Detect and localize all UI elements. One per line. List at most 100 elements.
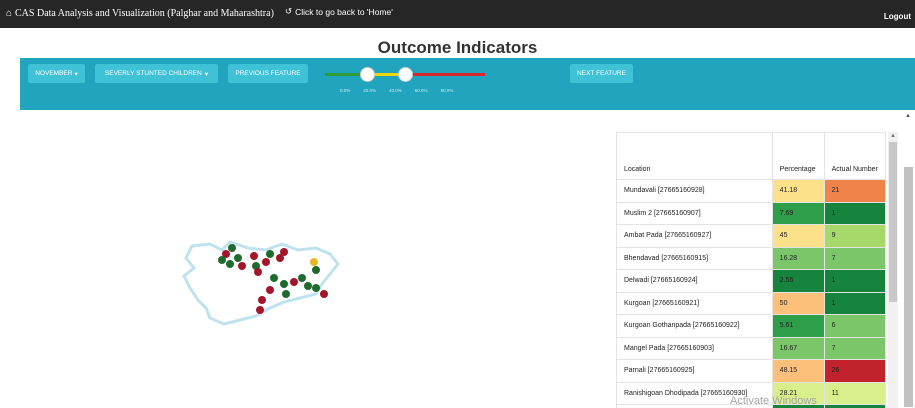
village-map[interactable] [170,228,370,338]
actual-number-cell: 26 [823,359,886,383]
windows-activation-watermark: Activate Windows [730,395,817,407]
app-title: CAS Data Analysis and Visualization (Pal… [15,8,274,19]
map-marker[interactable] [280,280,288,288]
percentage-cell: 48.15 [771,359,825,383]
percentage-column-header[interactable]: Percentage [771,132,825,180]
top-navbar: ⌂ CAS Data Analysis and Visualization (P… [0,0,915,28]
map-marker[interactable] [226,260,234,268]
range-slider[interactable]: 0.0% 20.0% 40.0% 60.0% 80.0% [325,64,495,104]
map-marker[interactable] [234,254,242,262]
map-marker[interactable] [298,274,306,282]
slider-high-segment [405,73,485,76]
caret-down-icon: ▾ [74,70,78,78]
slider-high-handle[interactable] [398,67,413,82]
map-marker[interactable] [290,278,298,286]
actual-number-cell: 11 [823,381,886,405]
month-dropdown[interactable]: NOVEMBER ▾ [28,64,85,83]
map-marker[interactable] [228,244,236,252]
outcome-table: Location Percentage Actual Number Mundav… [616,132,886,408]
indicator-dropdown-label: SEVERLY STUNTED CHILDREN [104,70,202,77]
actual-number-cell: 6 [823,314,886,338]
table-row[interactable]: Delwadi [27665160924] 2.56 1 [616,269,886,293]
slider-low-handle[interactable] [360,67,375,82]
percentage-cell: 16.67 [771,336,825,360]
actual-number-cell: 1 [823,269,886,293]
location-cell: Mangel Pada [27665160903] [616,336,773,360]
table-row[interactable]: Bhendavad [27665160915] 16.28 7 [616,246,886,270]
table-scrollbar[interactable]: ▲ [888,132,898,408]
slider-tick: 20.0% [363,88,377,93]
table-row[interactable]: Kurgoan Gothanpada [27665160922] 5.61 6 [616,314,886,338]
location-cell: Mundavali [27665160928] [616,179,773,203]
map-marker[interactable] [266,286,274,294]
map-marker[interactable] [238,262,246,270]
indicator-toolbar: NOVEMBER ▾ SEVERLY STUNTED CHILDREN ▾ PR… [20,58,915,110]
map-marker[interactable] [218,256,226,264]
location-cell: Kurgoan [27665160921] [616,291,773,315]
percentage-cell: 5.61 [771,314,825,338]
actual-number-cell: 9 [823,224,886,248]
page-scrollbar[interactable]: ▲ [902,110,915,408]
page-title: Outcome Indicators [377,38,538,57]
map-marker[interactable] [256,306,264,314]
page-scrollbar-thumb[interactable] [904,167,913,407]
month-dropdown-label: NOVEMBER [35,70,73,77]
scroll-up-icon[interactable]: ▲ [905,113,911,119]
map-marker[interactable] [312,284,320,292]
table-row[interactable]: Muslim 2 [27665160907] 7.69 1 [616,201,886,225]
indicator-dropdown[interactable]: SEVERLY STUNTED CHILDREN ▾ [95,64,218,83]
back-home-label: Click to go back to 'Home' [295,6,393,17]
map-marker[interactable] [266,250,274,258]
table-header-row: Location Percentage Actual Number [616,132,886,180]
caret-down-icon: ▾ [204,70,209,78]
table-row[interactable]: Mangel Pada [27665160903] 16.67 7 [616,336,886,360]
actual-number-cell: 1 [823,291,886,315]
map-marker[interactable] [250,252,258,260]
map-marker[interactable] [320,290,328,298]
actual-number-column-header[interactable]: Actual Number [823,132,886,180]
next-feature-button[interactable]: NEXT FEATURE [570,64,633,83]
percentage-cell: 16.28 [771,246,825,270]
table-scrollbar-thumb[interactable] [889,142,897,302]
map-marker[interactable] [304,282,312,290]
outcome-table-container[interactable]: Location Percentage Actual Number Mundav… [616,132,886,408]
refresh-icon: ↺ [285,6,293,16]
location-cell: Kurgoan Gothanpada [27665160922] [616,314,773,338]
map-marker[interactable] [270,274,278,282]
location-column-header[interactable]: Location [616,132,773,180]
percentage-cell: 41.18 [771,179,825,203]
table-body: Mundavali [27665160928] 41.18 21 Muslim 2 [… [616,179,886,408]
actual-number-cell [823,404,886,408]
back-home-link[interactable]: ↺ Click to go back to 'Home' [285,6,393,17]
map-marker[interactable] [282,290,290,298]
home-icon: ⌂ [6,8,13,19]
table-row[interactable]: Parnali [27665160925] 48.15 26 [616,359,886,383]
actual-number-cell: 1 [823,201,886,225]
slider-tick: 60.0% [414,88,428,93]
slider-tick: 0.0% [340,88,351,93]
home-link[interactable]: ⌂ CAS Data Analysis and Visualization (P… [6,8,274,19]
map-marker[interactable] [254,268,262,276]
map-marker[interactable] [280,248,288,256]
map-markers [218,244,328,314]
slider-ticks: 0.0% 20.0% 40.0% 60.0% 80.0% [340,88,453,93]
logout-link[interactable]: Logout [884,12,911,21]
map-marker[interactable] [312,266,320,274]
previous-feature-button[interactable]: PREVIOUS FEATURE [228,64,308,83]
percentage-cell: 2.56 [771,269,825,293]
location-cell: Muslim 2 [27665160907] [616,201,773,225]
percentage-cell: 50 [771,291,825,315]
map-marker[interactable] [262,258,270,266]
scroll-up-icon[interactable]: ▲ [890,133,896,139]
map-marker[interactable] [310,258,318,266]
percentage-cell: 45 [771,224,825,248]
slider-tick: 80.0% [440,88,454,93]
table-row[interactable]: Kurgoan [27665160921] 50 1 [616,291,886,315]
location-cell: Bhendavad [27665160915] [616,246,773,270]
table-row[interactable]: Ambat Pada [27665160927] 45 9 [616,224,886,248]
table-row[interactable]: Mundavali [27665160928] 41.18 21 [616,179,886,203]
map-marker[interactable] [258,296,266,304]
actual-number-cell: 21 [823,179,886,203]
location-cell: Delwadi [27665160924] [616,269,773,293]
location-cell: Ambat Pada [27665160927] [616,224,773,248]
